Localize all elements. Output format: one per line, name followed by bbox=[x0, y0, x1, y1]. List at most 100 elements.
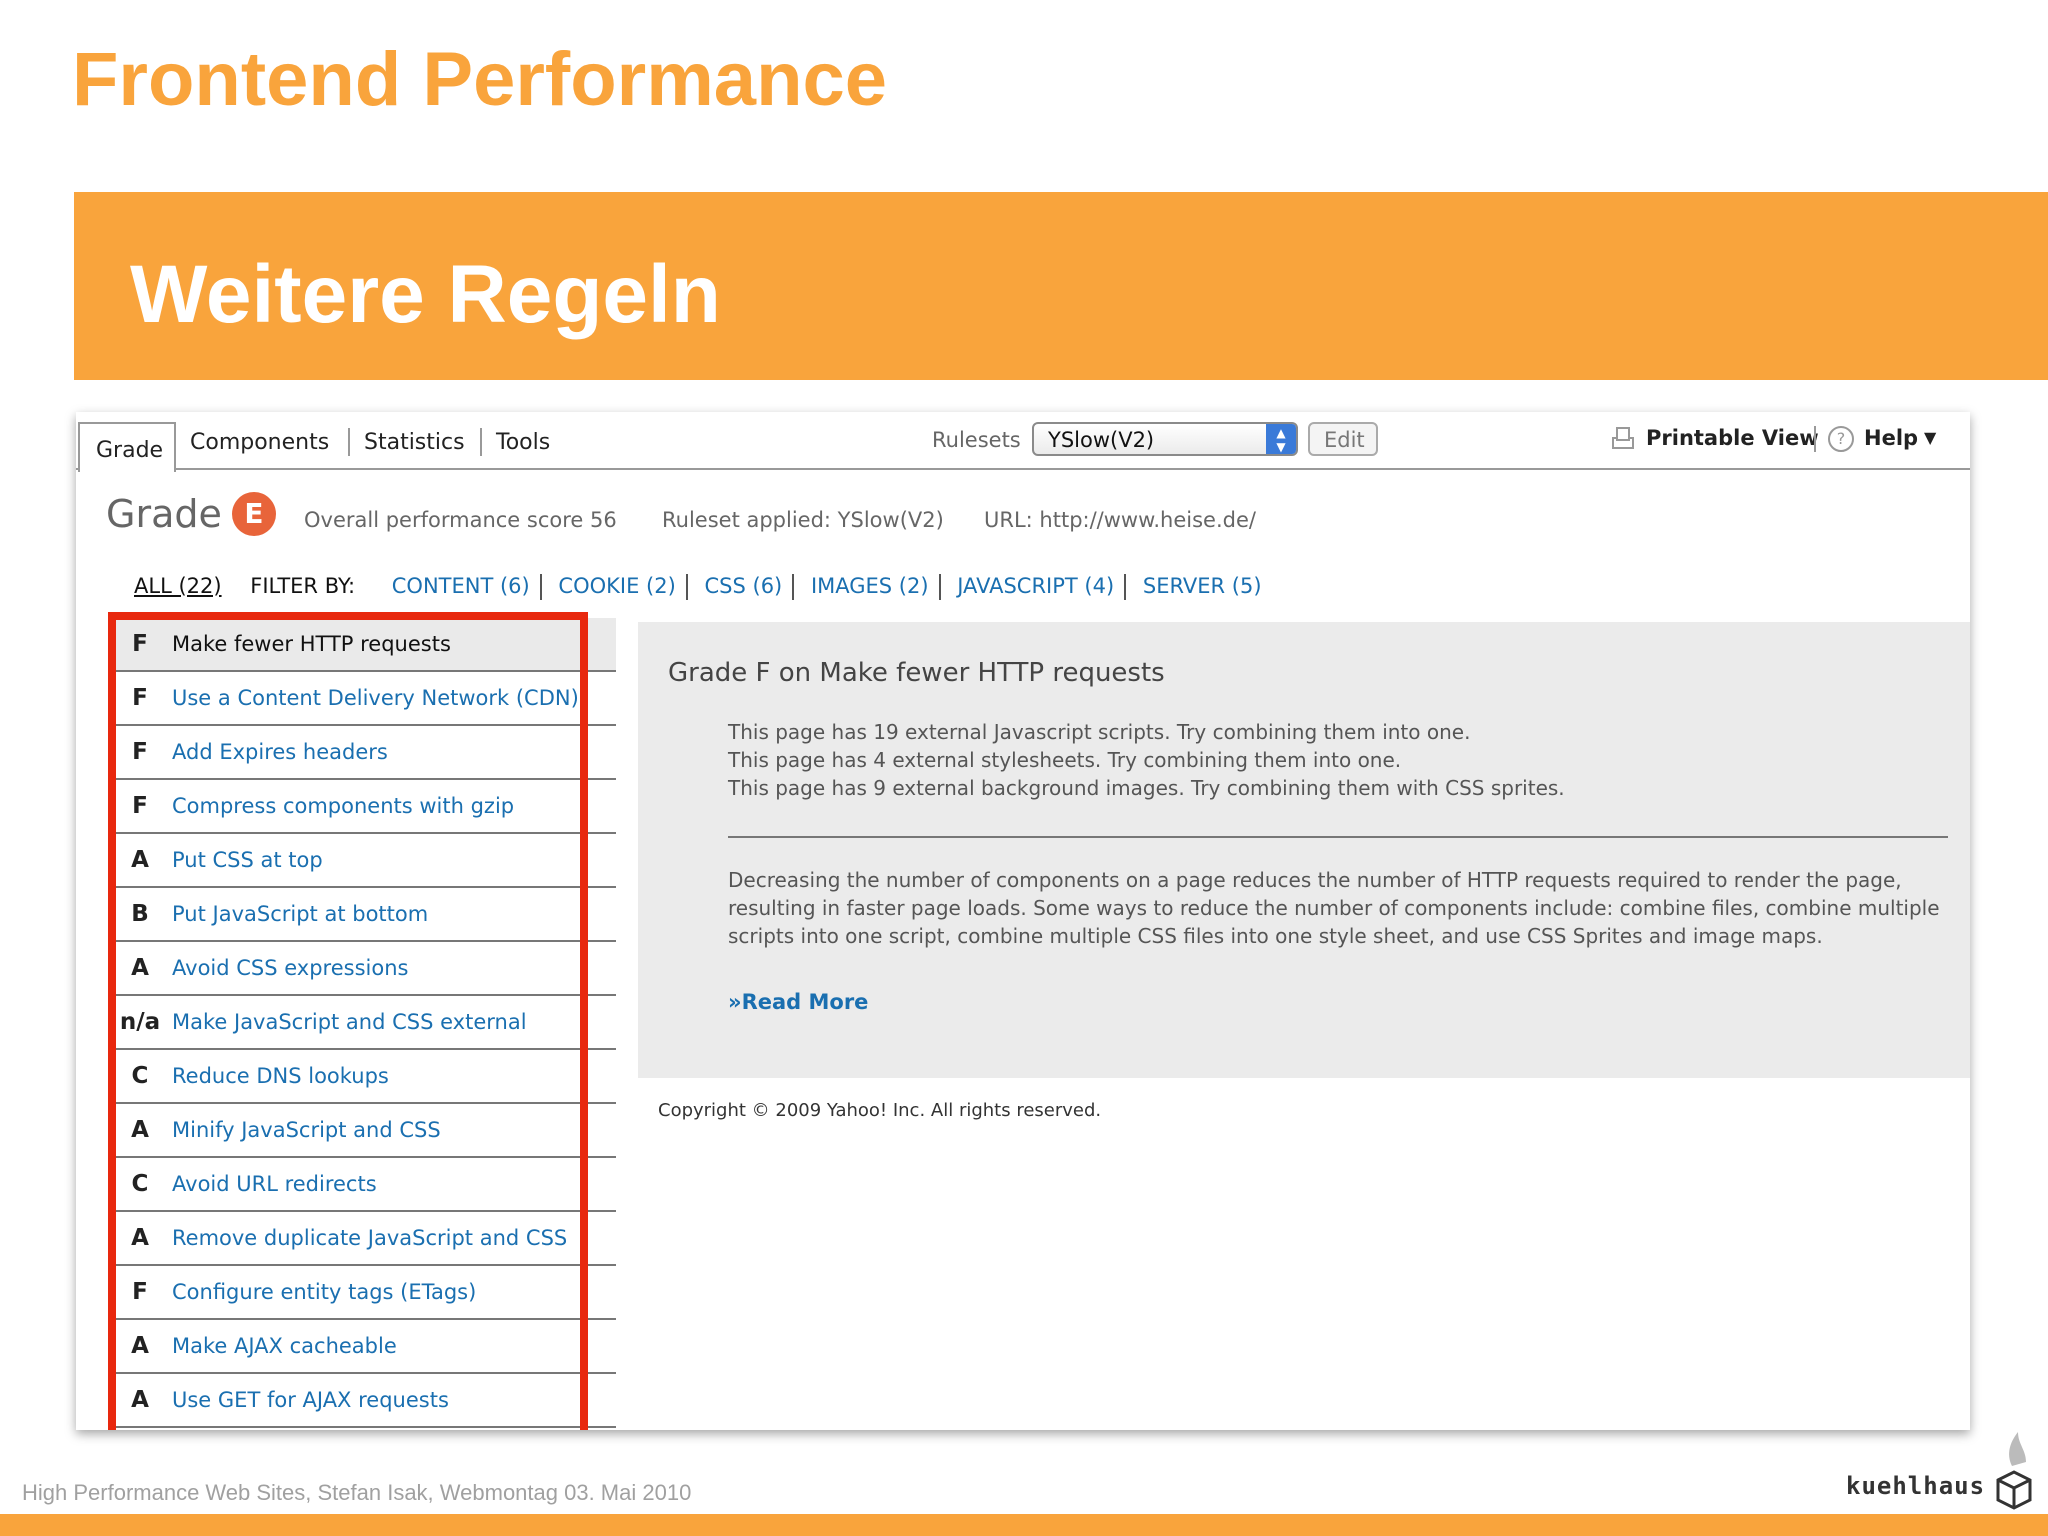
detail-finding: This page has 9 external background imag… bbox=[728, 776, 1565, 800]
filter-separator bbox=[938, 574, 941, 600]
rule-grade: F bbox=[132, 739, 148, 765]
grade-badge: E bbox=[232, 492, 276, 536]
overall-score: Overall performance score 56 bbox=[304, 508, 617, 532]
select-arrows-icon: ▲ ▼ bbox=[1266, 424, 1296, 454]
rule-row[interactable]: C Avoid URL redirects bbox=[110, 1158, 616, 1212]
rule-detail-panel: Grade F on Make fewer HTTP requests This… bbox=[638, 622, 1970, 1078]
filter-css[interactable]: CSS (6) bbox=[705, 574, 783, 598]
filter-cookie[interactable]: COOKIE (2) bbox=[558, 574, 675, 598]
copyright-text: Copyright © 2009 Yahoo! Inc. All rights … bbox=[658, 1100, 1102, 1121]
yslow-screenshot: Grade Components Statistics Tools Rulese… bbox=[76, 412, 1970, 1430]
tab-separator bbox=[348, 428, 350, 456]
detail-finding: This page has 4 external stylesheets. Tr… bbox=[728, 748, 1402, 772]
rule-grade: F bbox=[132, 1279, 148, 1305]
filter-separator bbox=[792, 574, 795, 600]
detail-title: Grade F on Make fewer HTTP requests bbox=[668, 658, 1165, 688]
rule-label: Remove duplicate JavaScript and CSS bbox=[172, 1226, 568, 1250]
grade-heading: Grade bbox=[106, 492, 222, 536]
ruleset-applied: Ruleset applied: YSlow(V2) bbox=[662, 508, 944, 532]
filter-content[interactable]: CONTENT (6) bbox=[392, 574, 530, 598]
rule-grade: F bbox=[132, 631, 148, 657]
rule-label: Make AJAX cacheable bbox=[172, 1334, 397, 1358]
filter-images[interactable]: IMAGES (2) bbox=[811, 574, 929, 598]
rule-grade: C bbox=[131, 1063, 149, 1089]
filter-separator bbox=[539, 574, 542, 600]
rule-row[interactable]: F Configure entity tags (ETags) bbox=[110, 1266, 616, 1320]
logo-text: kuehlhaus bbox=[1846, 1472, 1986, 1500]
filter-all[interactable]: ALL (22) bbox=[134, 574, 222, 598]
bottom-bar bbox=[0, 1514, 2048, 1536]
rule-label: Avoid CSS expressions bbox=[172, 956, 409, 980]
rule-row[interactable]: B Put JavaScript at bottom bbox=[110, 888, 616, 942]
rule-label: Use GET for AJAX requests bbox=[172, 1388, 449, 1412]
filter-separator bbox=[1124, 574, 1127, 600]
rule-grade: A bbox=[131, 1117, 149, 1143]
tab-grade[interactable]: Grade bbox=[78, 422, 176, 472]
rule-label: Make JavaScript and CSS external bbox=[172, 1010, 527, 1034]
tab-statistics[interactable]: Statistics bbox=[364, 430, 465, 455]
rule-label: Configure entity tags (ETags) bbox=[172, 1280, 477, 1304]
help-icon[interactable]: ? bbox=[1828, 426, 1854, 452]
section-banner: Weitere Regeln bbox=[74, 192, 2048, 380]
tab-tools[interactable]: Tools bbox=[496, 430, 550, 455]
rule-grade: B bbox=[131, 901, 149, 927]
rule-label: Avoid URL redirects bbox=[172, 1172, 377, 1196]
rule-label: Use a Content Delivery Network (CDN) bbox=[172, 686, 579, 710]
rule-grade: A bbox=[131, 1333, 149, 1359]
rule-row[interactable]: F Add Expires headers bbox=[110, 726, 616, 780]
filter-separator bbox=[685, 574, 688, 600]
filter-javascript[interactable]: JAVASCRIPT (4) bbox=[957, 574, 1114, 598]
rule-row[interactable]: A Remove duplicate JavaScript and CSS bbox=[110, 1212, 616, 1266]
rule-grade: A bbox=[131, 955, 149, 981]
rulesets-label: Rulesets bbox=[932, 428, 1021, 452]
chevron-down-icon[interactable]: ▼ bbox=[1924, 428, 1936, 447]
slide-title: Frontend Performance bbox=[72, 37, 888, 122]
slide-footer: High Performance Web Sites, Stefan Isak,… bbox=[22, 1480, 692, 1505]
help-menu[interactable]: Help bbox=[1864, 426, 1918, 450]
rule-grade: A bbox=[131, 847, 149, 873]
rule-label: Put CSS at top bbox=[172, 848, 323, 872]
rule-grade: n/a bbox=[119, 1009, 161, 1035]
rule-row[interactable]: A Minify JavaScript and CSS bbox=[110, 1104, 616, 1158]
tab-components[interactable]: Components bbox=[190, 430, 329, 455]
rule-row[interactable]: F Compress components with gzip bbox=[110, 780, 616, 834]
rule-grade: A bbox=[131, 1225, 149, 1251]
rule-label: Add Expires headers bbox=[172, 740, 388, 764]
edit-button[interactable]: Edit bbox=[1308, 422, 1378, 456]
read-more-link[interactable]: »Read More bbox=[728, 990, 868, 1014]
detail-description: Decreasing the number of components on a… bbox=[728, 868, 1940, 948]
rule-grade: C bbox=[131, 1171, 149, 1197]
rule-row[interactable]: A Make AJAX cacheable bbox=[110, 1320, 616, 1374]
banner-title: Weitere Regeln bbox=[130, 249, 721, 340]
edit-button-label: Edit bbox=[1324, 428, 1365, 452]
detail-findings: This page has 19 external Javascript scr… bbox=[728, 718, 1565, 802]
ruleset-select-value: YSlow(V2) bbox=[1048, 428, 1155, 452]
printable-view-label: Printable View bbox=[1646, 426, 1819, 450]
tab-bar: Grade Components Statistics Tools Rulese… bbox=[76, 412, 1970, 472]
rule-label: Reduce DNS lookups bbox=[172, 1064, 389, 1088]
filter-by-label: FILTER BY: bbox=[250, 574, 356, 598]
rule-row[interactable]: A Put CSS at top bbox=[110, 834, 616, 888]
rule-label: Make fewer HTTP requests bbox=[172, 632, 451, 656]
rule-row[interactable]: A Use GET for AJAX requests bbox=[110, 1374, 616, 1428]
kuehlhaus-logo: kuehlhaus bbox=[1846, 1420, 2036, 1510]
rule-row[interactable]: F Make fewer HTTP requests bbox=[110, 618, 616, 672]
rule-label: Minify JavaScript and CSS bbox=[172, 1118, 441, 1142]
rule-row[interactable]: A Avoid CSS expressions bbox=[110, 942, 616, 996]
rule-list: F Make fewer HTTP requests F Use a Content… bbox=[110, 618, 616, 1428]
detail-finding: This page has 19 external Javascript scr… bbox=[728, 720, 1471, 744]
rule-grade: A bbox=[131, 1387, 149, 1413]
rule-row[interactable]: F Use a Content Delivery Network (CDN) bbox=[110, 672, 616, 726]
tab-separator bbox=[480, 428, 482, 456]
rule-label: Put JavaScript at bottom bbox=[172, 902, 429, 926]
filter-server[interactable]: SERVER (5) bbox=[1143, 574, 1262, 598]
filter-bar: ALL (22) FILTER BY: CONTENT (6) COOKIE (… bbox=[134, 574, 1262, 604]
rule-row[interactable]: C Reduce DNS lookups bbox=[110, 1050, 616, 1104]
tab-grade-label: Grade bbox=[96, 438, 164, 463]
ruleset-select[interactable]: YSlow(V2) ▲ ▼ bbox=[1032, 422, 1298, 456]
page-url: URL: http://www.heise.de/ bbox=[984, 508, 1256, 532]
rule-label: Compress components with gzip bbox=[172, 794, 515, 818]
divider bbox=[728, 836, 1948, 838]
printer-icon bbox=[1612, 427, 1634, 449]
rule-row[interactable]: n/a Make JavaScript and CSS external bbox=[110, 996, 616, 1050]
